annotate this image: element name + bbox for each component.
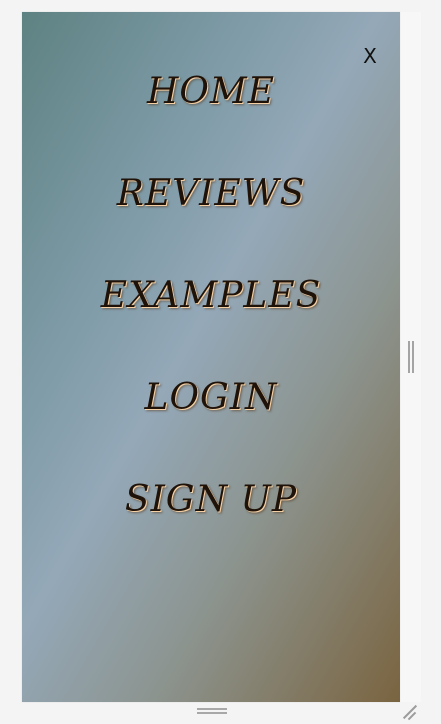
browser-frame: X HOME REVIEWS EXAMPLES LOGIN SIGN UP bbox=[0, 0, 441, 724]
horizontal-resize-handle-icon[interactable] bbox=[197, 707, 227, 716]
nav-item-login[interactable]: LOGIN bbox=[22, 376, 400, 478]
overlay-navigation-menu: X HOME REVIEWS EXAMPLES LOGIN SIGN UP bbox=[22, 12, 400, 702]
close-menu-button[interactable]: X bbox=[360, 44, 380, 68]
navigation-list: HOME REVIEWS EXAMPLES LOGIN SIGN UP bbox=[22, 70, 400, 580]
nav-item-examples[interactable]: EXAMPLES bbox=[22, 274, 400, 376]
nav-item-sign-up[interactable]: SIGN UP bbox=[22, 478, 400, 580]
nav-item-sign-up-label: SIGN UP bbox=[124, 479, 298, 520]
nav-item-login-label: LOGIN bbox=[144, 377, 278, 418]
vertical-resize-handle-icon[interactable] bbox=[407, 341, 415, 373]
resize-grip-icon[interactable] bbox=[401, 703, 419, 721]
nav-item-reviews[interactable]: REVIEWS bbox=[22, 172, 400, 274]
nav-item-examples-label: EXAMPLES bbox=[100, 275, 322, 316]
nav-item-home-label: HOME bbox=[146, 71, 276, 112]
nav-item-home[interactable]: HOME bbox=[22, 70, 400, 172]
nav-item-reviews-label: REVIEWS bbox=[116, 173, 306, 214]
